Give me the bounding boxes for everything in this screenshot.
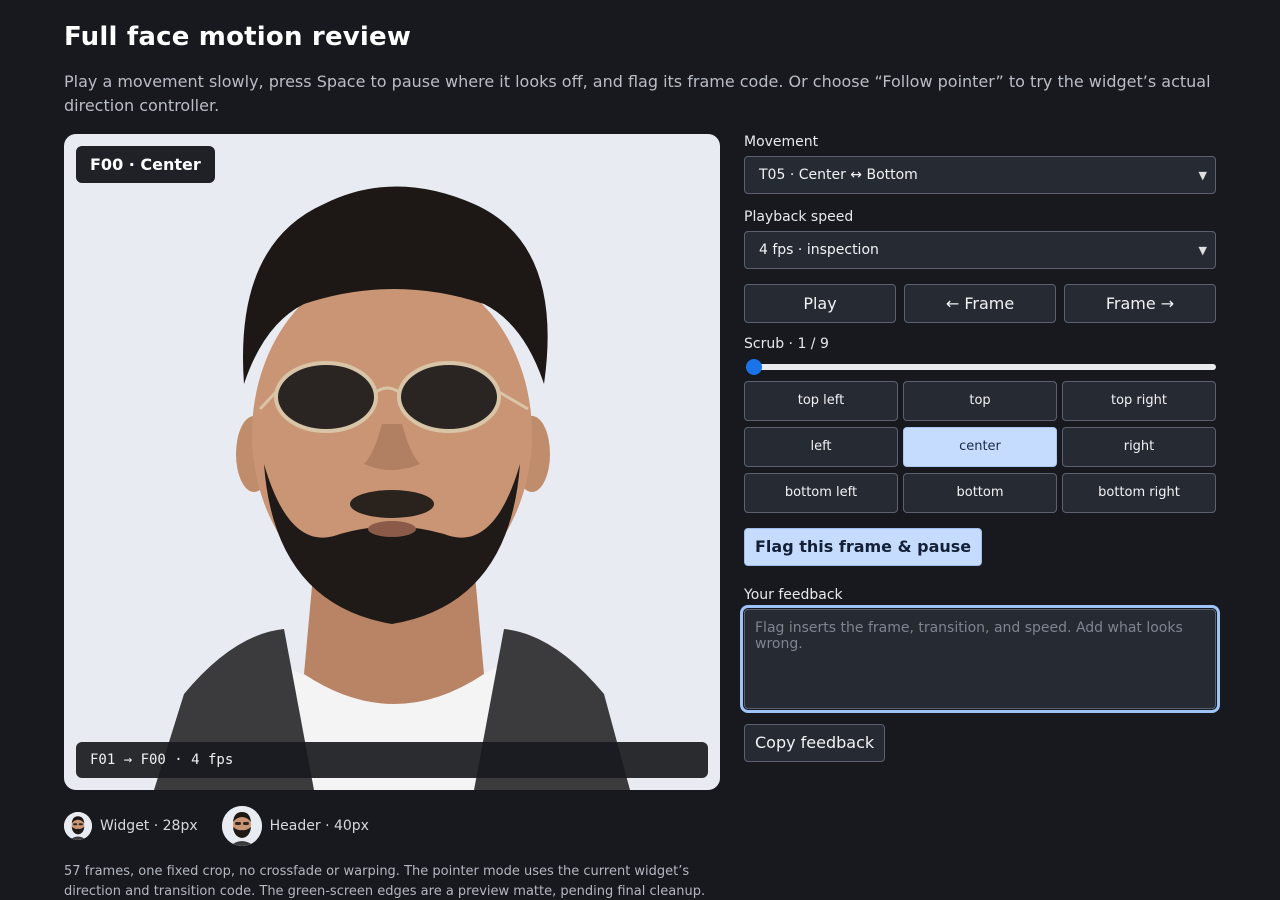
direction-top-button[interactable]: top — [903, 381, 1057, 421]
direction-right-button[interactable]: right — [1062, 427, 1216, 467]
size-previews: Widget · 28px Header · 40px — [64, 806, 393, 846]
controls-panel: Movement T05 · Center ↔ Bottom ▼ Playbac… — [740, 134, 1220, 762]
header-size-label: Header · 40px — [269, 818, 369, 834]
direction-top-right-button[interactable]: top right — [1062, 381, 1216, 421]
widget-avatar — [64, 812, 92, 840]
widget-size-preview: Widget · 28px — [64, 812, 198, 840]
header-size-preview: Header · 40px — [221, 806, 369, 846]
portrait-image — [154, 186, 630, 790]
playback-buttons: Play ← Frame Frame → — [744, 284, 1216, 323]
scrub-track — [746, 364, 1216, 370]
speed-value: 4 fps · inspection — [759, 242, 879, 258]
movement-value: T05 · Center ↔ Bottom — [759, 167, 918, 183]
next-frame-button[interactable]: Frame → — [1064, 284, 1216, 323]
scrub-thumb[interactable] — [746, 359, 762, 375]
page: Full face motion review Play a movement … — [0, 0, 1280, 900]
movement-select[interactable]: T05 · Center ↔ Bottom ▼ — [744, 156, 1216, 194]
feedback-label: Your feedback — [744, 587, 843, 603]
copy-feedback-button[interactable]: Copy feedback — [744, 724, 886, 762]
widget-size-label: Widget · 28px — [100, 818, 198, 834]
header-avatar — [221, 806, 262, 846]
scrub-slider[interactable] — [744, 358, 1216, 376]
direction-bottom-right-button[interactable]: bottom right — [1062, 473, 1216, 513]
flag-frame-button[interactable]: Flag this frame & pause — [744, 528, 983, 566]
speed-select[interactable]: 4 fps · inspection ▼ — [744, 231, 1216, 269]
chevron-down-icon: ▼ — [1198, 244, 1207, 257]
direction-top-left-button[interactable]: top left — [744, 381, 898, 421]
prev-frame-button[interactable]: ← Frame — [904, 284, 1056, 323]
speed-label: Playback speed — [744, 209, 854, 225]
direction-bottom-button[interactable]: bottom — [903, 473, 1057, 513]
direction-left-button[interactable]: left — [744, 427, 898, 467]
footnote: 57 frames, one fixed crop, no crossfade … — [64, 864, 706, 899]
feedback-textarea[interactable]: Flag inserts the frame, transition, and … — [740, 605, 1220, 713]
direction-bottom-left-button[interactable]: bottom left — [744, 473, 898, 513]
transition-caption: F01 → F00 · 4 fps — [76, 742, 708, 778]
page-title: Full face motion review — [64, 22, 412, 52]
direction-center-button[interactable]: center — [903, 427, 1057, 467]
chevron-down-icon: ▼ — [1198, 169, 1207, 182]
movement-label: Movement — [744, 134, 819, 150]
face-preview: F00 · Center F01 → F00 · 4 fps — [64, 134, 720, 790]
page-subtitle: Play a movement slowly, press Space to p… — [64, 72, 1211, 115]
frame-badge: F00 · Center — [76, 146, 215, 183]
direction-grid: top left top top right left center right botto… — [744, 381, 1216, 513]
play-button[interactable]: Play — [744, 284, 896, 323]
scrub-label: Scrub · 1 / 9 — [744, 336, 829, 352]
